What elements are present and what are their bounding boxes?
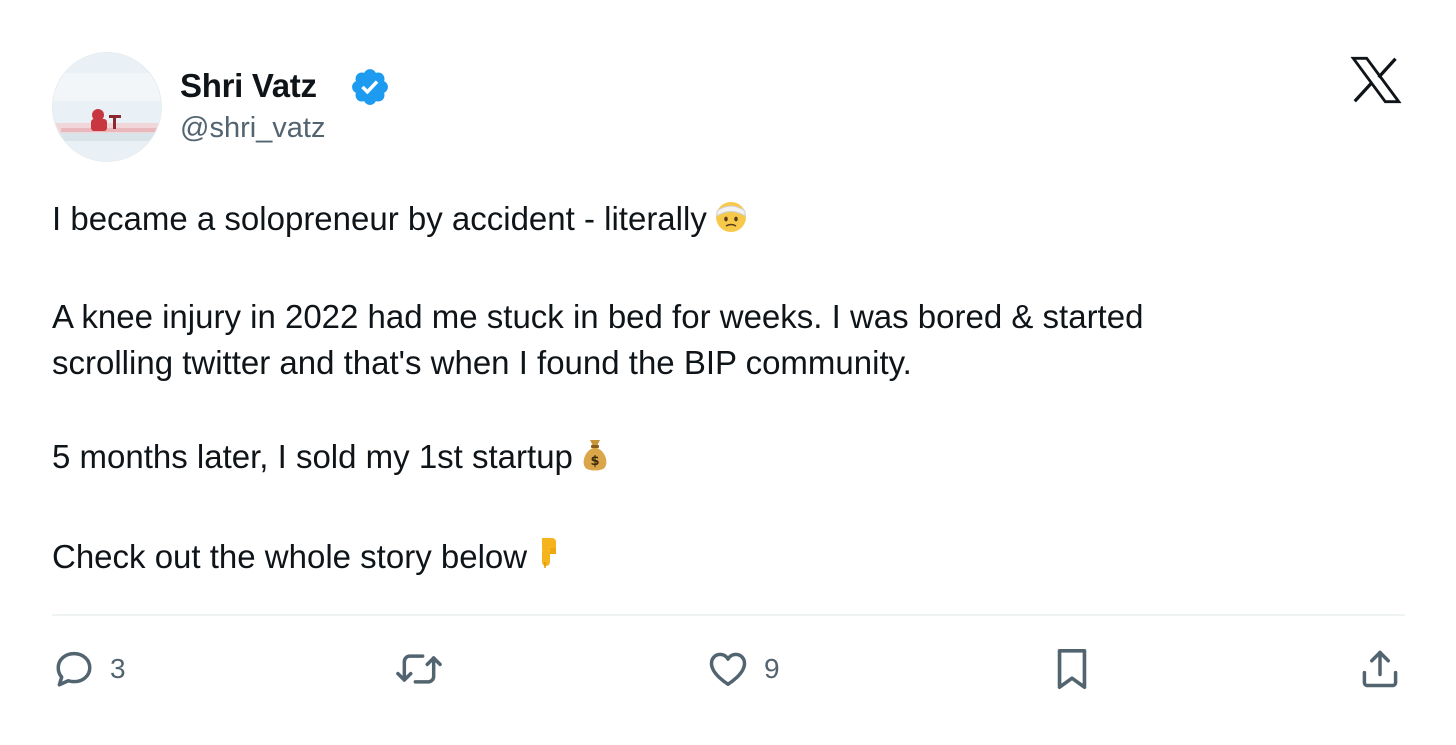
avatar[interactable] [52,52,162,162]
money-bag-icon: $ [579,436,611,484]
retweet-icon [396,654,442,684]
handle[interactable]: @shri_vatz [180,108,325,148]
share-button[interactable] [1358,646,1402,692]
reply-count: 3 [110,653,126,684]
svg-text:$: $ [590,454,599,469]
display-name[interactable]: Shri Vatz [180,64,317,108]
tweet-line: scrolling twitter and that's when I foun… [52,344,912,381]
share-icon [1362,650,1398,688]
divider [52,614,1405,616]
tweet-line: A knee injury in 2022 had me stuck in be… [52,298,1144,335]
backhand-index-pointing-down-icon [533,532,563,584]
verified-badge-icon [352,69,388,105]
retweet-button[interactable] [395,646,457,692]
x-logo-icon[interactable] [1350,56,1402,104]
face-with-head-bandage-icon [713,198,749,246]
tweet-text: I became a solopreneur by accident - lit… [52,196,1412,584]
heart-icon [709,652,747,686]
tweet-card: Shri Vatz @shri_vatz I became a solopren… [0,0,1456,745]
like-count: 9 [764,653,780,684]
bookmark-icon [1057,648,1087,690]
tweet-line: I became a solopreneur by accident - lit… [52,196,1412,246]
like-button[interactable]: 9 [706,646,780,692]
reply-icon [56,651,92,687]
tweet-line: Check out the whole story below [52,532,1412,584]
profile-photo-icon [53,53,161,161]
reply-button[interactable]: 3 [52,646,126,692]
bookmark-button[interactable] [1052,646,1092,692]
tweet-line: 5 months later, I sold my 1st startup $ [52,434,1412,484]
